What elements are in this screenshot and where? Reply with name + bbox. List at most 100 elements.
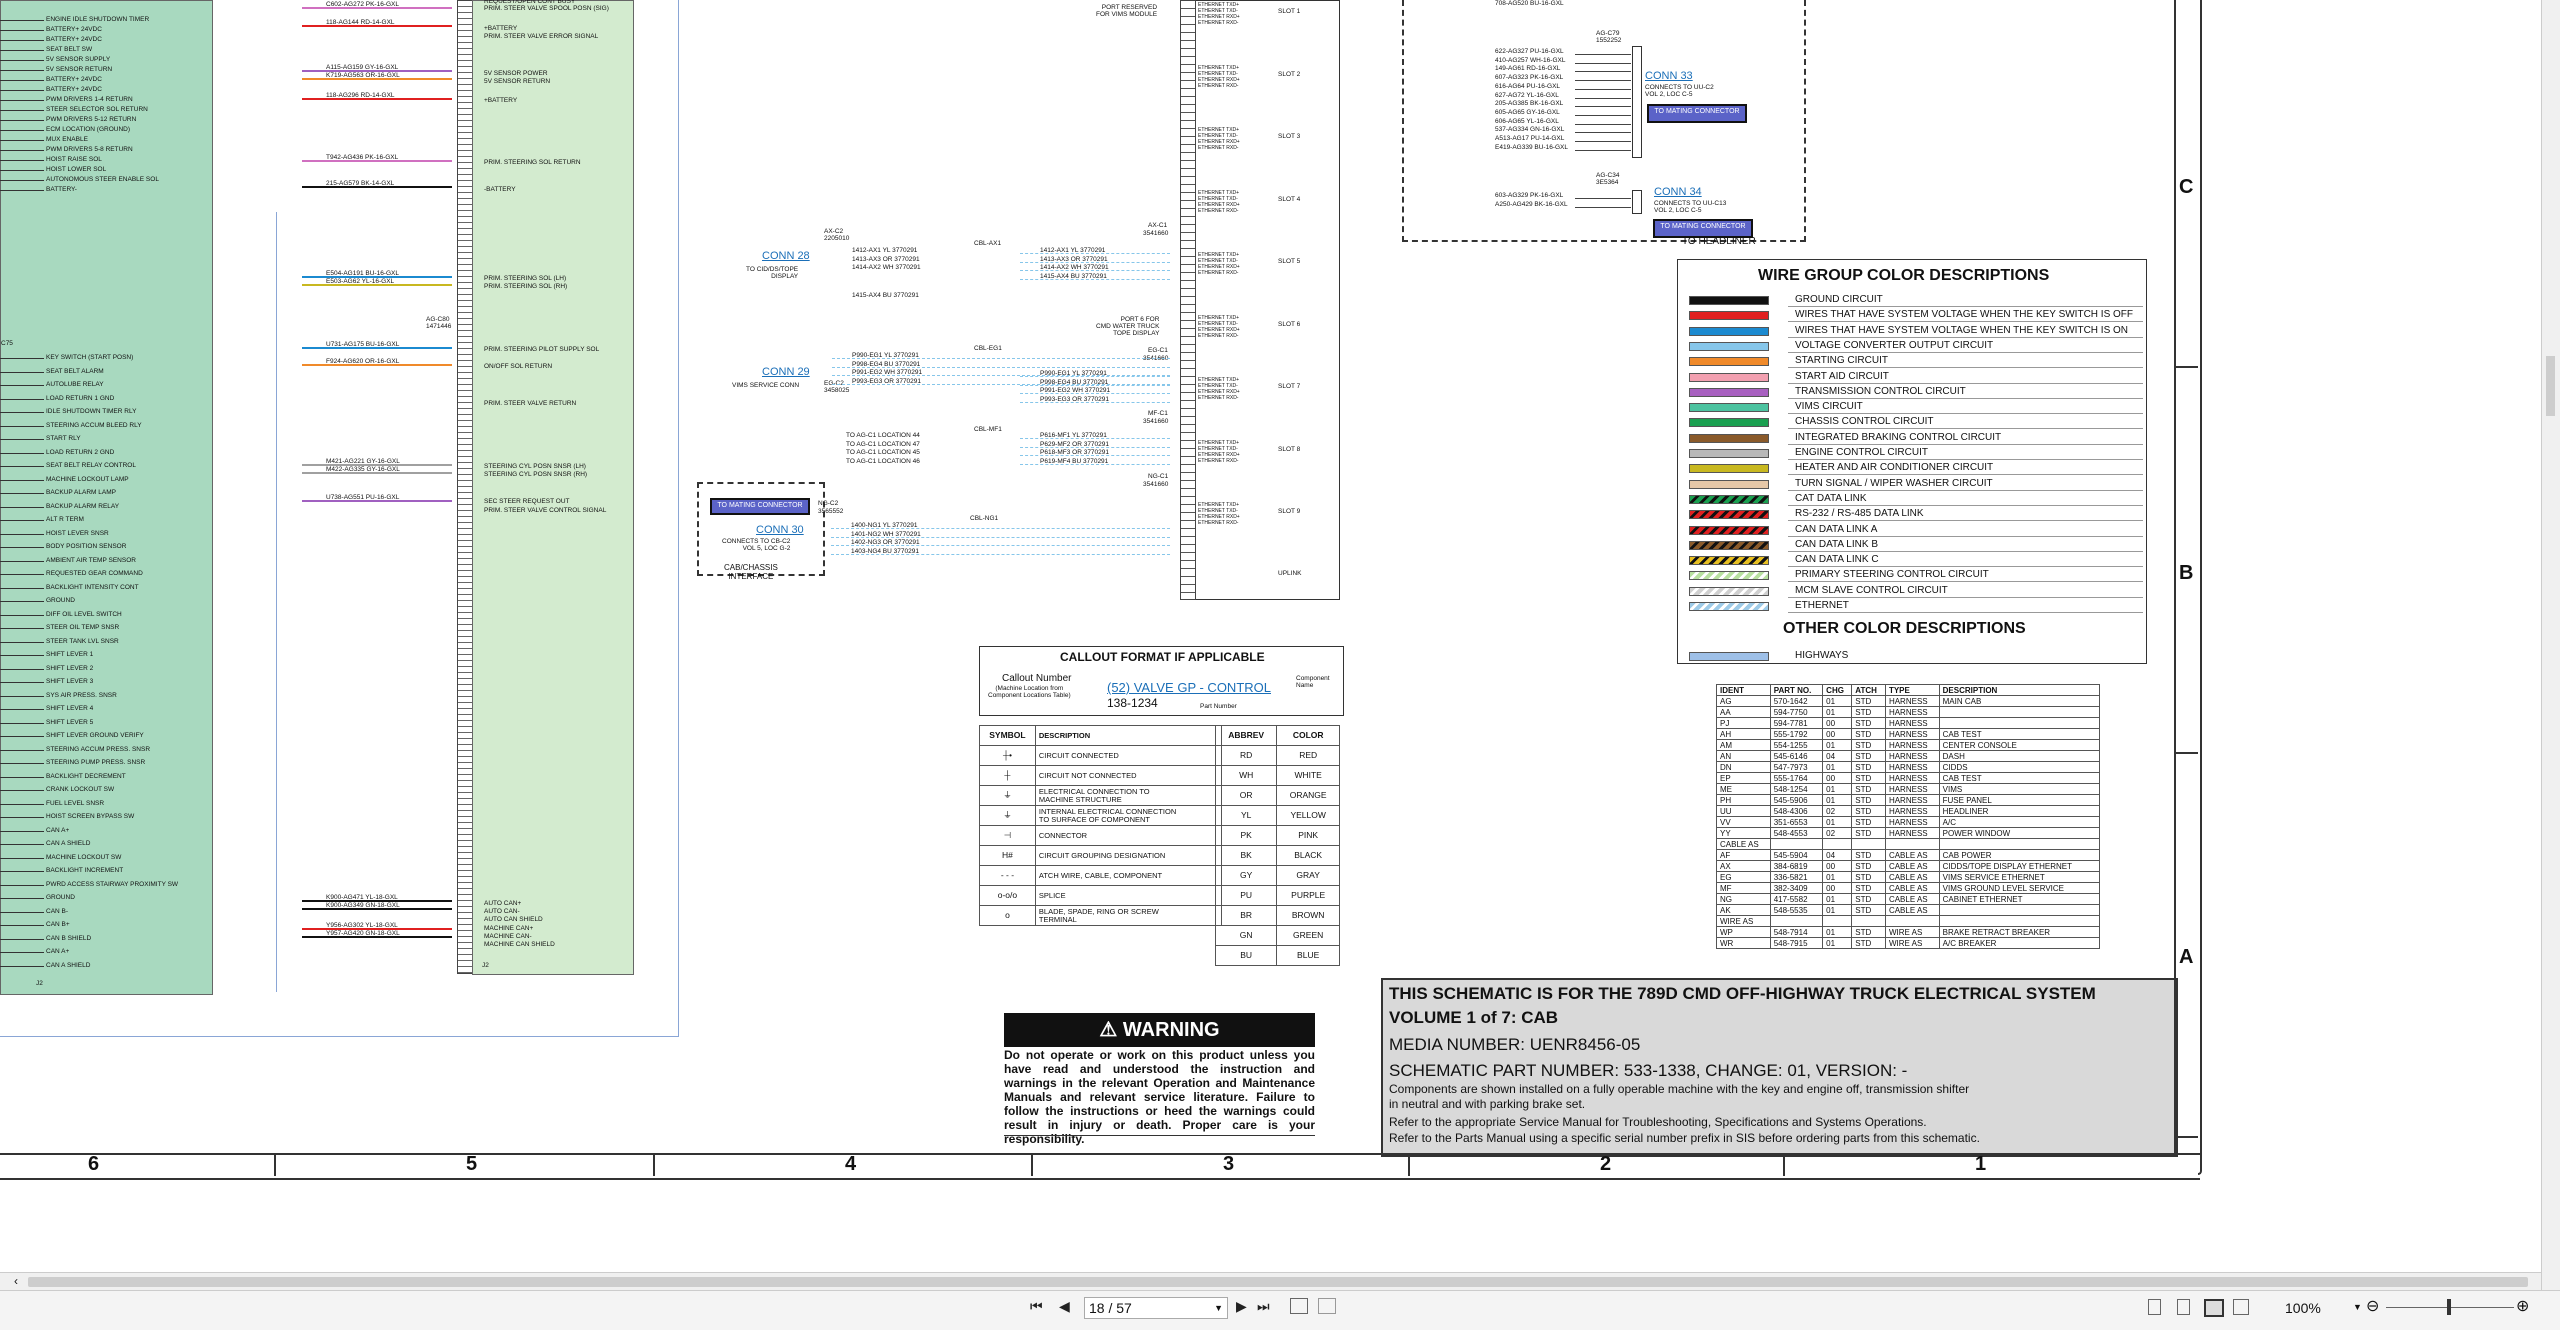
legend-row-divider bbox=[1788, 306, 2143, 307]
steering-label: 5V SENSOR POWER bbox=[484, 70, 548, 77]
last-page-button[interactable]: ⏭ bbox=[1257, 1298, 1270, 1315]
ethernet-pin-label: ETHERNET RXD- bbox=[1198, 145, 1239, 151]
harness-row: AK 548-5535 01 STD CABLE AS bbox=[1716, 904, 2101, 916]
legend-label: HIGHWAYS bbox=[1795, 650, 1849, 661]
table-cell: STD bbox=[1851, 871, 1886, 883]
table-cell: 01 bbox=[1822, 794, 1853, 806]
table-cell: 594-7781 bbox=[1769, 717, 1824, 729]
vertical-scroll-thumb[interactable] bbox=[2546, 356, 2555, 416]
legend-swatch bbox=[1689, 341, 1769, 351]
table-cell: SPLICE bbox=[1034, 885, 1223, 906]
table-cell: - - - bbox=[979, 865, 1036, 886]
table-cell: WP bbox=[1716, 926, 1771, 938]
table-cell: STD bbox=[1851, 849, 1886, 861]
table-cell: CABLE AS bbox=[1884, 860, 1940, 872]
table-cell: OR bbox=[1214, 785, 1278, 806]
conn33-mating-button[interactable]: TO MATING CONNECTOR bbox=[1647, 104, 1747, 123]
table-cell: 417-5582 bbox=[1769, 893, 1824, 905]
conn28-cbl: CBL-AX1 bbox=[974, 240, 1002, 247]
table-header-cell: DESCRIPTION bbox=[1938, 684, 2101, 696]
conn29-sub: VIMS SERVICE CONN bbox=[732, 382, 800, 389]
legend-swatch bbox=[1689, 357, 1769, 367]
prev-page-button[interactable]: ◀ bbox=[1059, 1298, 1070, 1315]
page-number-field[interactable]: 18 / 57 ▼ bbox=[1084, 1297, 1228, 1319]
table-cell: 545-6146 bbox=[1769, 750, 1824, 762]
conn34-part: 3E5364 bbox=[1596, 179, 1619, 186]
conn34-link[interactable]: CONN 34 bbox=[1654, 186, 1702, 198]
continuous-view-icon[interactable] bbox=[2177, 1299, 2190, 1315]
table-cell: HARNESS bbox=[1884, 761, 1940, 773]
conn33-wire-label: 605-AG65 GY-16-GXL bbox=[1495, 108, 1560, 116]
legend-label: STARTING CIRCUIT bbox=[1795, 355, 1888, 367]
steering-label: AUTO CAN SHIELD bbox=[484, 916, 543, 923]
zone-divider bbox=[2174, 366, 2198, 368]
next-page-button[interactable]: ▶ bbox=[1236, 1298, 1247, 1315]
title-line4: SCHEMATIC PART NUMBER: 533-1338, CHANGE:… bbox=[1389, 1061, 1908, 1080]
callout-example-link[interactable]: (52) VALVE GP - CONTROL bbox=[1107, 680, 1271, 695]
facing-view-icon[interactable] bbox=[2204, 1299, 2224, 1317]
table-cell: BROWN bbox=[1276, 905, 1340, 926]
horizontal-scrollbar[interactable]: ‹ bbox=[0, 1272, 2545, 1291]
page-dropdown-icon[interactable]: ▼ bbox=[1214, 1298, 1223, 1318]
legend-row-divider bbox=[1788, 367, 2143, 369]
table-cell: 01 bbox=[1822, 904, 1853, 916]
legend-label: ENGINE CONTROL CIRCUIT bbox=[1795, 447, 1928, 458]
conn30-mating-button[interactable]: TO MATING CONNECTOR bbox=[710, 498, 810, 515]
mf-cbl: CBL-MF1 bbox=[974, 426, 1002, 433]
table-cell: STD bbox=[1851, 937, 1886, 949]
zoom-in-icon[interactable]: ⊕ bbox=[2516, 1296, 2529, 1316]
conn33-link[interactable]: CONN 33 bbox=[1645, 70, 1693, 82]
table-cell bbox=[1938, 717, 2101, 729]
zoom-out-icon[interactable]: ⊖ bbox=[2366, 1296, 2379, 1316]
scroll-left-arrow[interactable]: ‹ bbox=[14, 1274, 18, 1288]
conn33-wire-label: E419-AG339 BU-16-GXL bbox=[1495, 143, 1568, 151]
vertical-scrollbar[interactable] bbox=[2541, 0, 2560, 1290]
select-icon[interactable] bbox=[1318, 1298, 1336, 1314]
page-bottom-edge bbox=[2198, 1153, 2202, 1175]
first-page-button[interactable]: ⏮ bbox=[1030, 1298, 1043, 1315]
table-header-cell: ATCH bbox=[1851, 684, 1886, 696]
table-cell bbox=[1851, 838, 1886, 850]
table-cell: 594-7750 bbox=[1769, 706, 1824, 718]
legend-swatch bbox=[1689, 372, 1769, 382]
abbrev-row: RD RED bbox=[1214, 745, 1340, 766]
copy-icon[interactable] bbox=[1290, 1298, 1308, 1314]
zoom-slider-thumb[interactable] bbox=[2447, 1299, 2451, 1315]
table-cell: BR bbox=[1214, 905, 1278, 926]
horizontal-scroll-thumb[interactable] bbox=[28, 1277, 2528, 1287]
legend-swatch bbox=[1689, 602, 1769, 611]
ethernet-slot-label: SLOT 7 bbox=[1278, 383, 1301, 390]
steering-label: +BATTERY bbox=[484, 25, 518, 32]
abbrev-row: BK BLACK bbox=[1214, 845, 1340, 866]
conn33-wire-label: 607-AG323 PK-16-GXL bbox=[1495, 74, 1564, 82]
harness-row: MF 382-3409 00 STD CABLE AS VIMS GROUND LEVEL… bbox=[1716, 882, 2101, 894]
steering-label: PRIM. STEERING SOL (RH) bbox=[484, 283, 568, 290]
wire-legend-title: WIRE GROUP COLOR DESCRIPTIONS bbox=[1758, 267, 2050, 284]
steering-label: PRIM. STEER VALVE RETURN bbox=[484, 400, 577, 407]
single-page-view-icon[interactable] bbox=[2148, 1299, 2161, 1315]
conn28-link[interactable]: CONN 28 bbox=[762, 250, 810, 262]
conn29-link[interactable]: CONN 29 bbox=[762, 366, 810, 378]
table-header-cell: DESCRIPTION bbox=[1034, 725, 1223, 746]
conn30-link[interactable]: CONN 30 bbox=[756, 524, 804, 536]
title-note3: Refer to the appropriate Service Manual … bbox=[1389, 1115, 1927, 1129]
zoom-value[interactable]: 100% bbox=[2285, 1300, 2321, 1316]
component-name-label: Component Name bbox=[1296, 675, 1330, 689]
fit-view-icon[interactable] bbox=[2233, 1299, 2249, 1315]
table-cell: 548-4553 bbox=[1769, 827, 1824, 839]
conn34-wire-label: A250-AG429 BK-16-GXL bbox=[1495, 200, 1568, 208]
ag-c80-part: 1471446 bbox=[426, 323, 452, 330]
table-cell: PINK bbox=[1276, 825, 1340, 846]
legend-swatch bbox=[1689, 540, 1769, 550]
conn33-wire-line bbox=[1575, 88, 1631, 90]
legend-label: VOLTAGE CONVERTER OUTPUT CIRCUIT bbox=[1795, 339, 1994, 351]
table-cell: 336-5821 bbox=[1769, 871, 1824, 883]
legend-swatch bbox=[1689, 296, 1769, 305]
abbrev-row: WH WHITE bbox=[1214, 765, 1340, 786]
table-cell: CABLE AS bbox=[1884, 849, 1940, 861]
zoom-dropdown-icon[interactable]: ▼ bbox=[2353, 1302, 2362, 1312]
table-cell: VIMS GROUND LEVEL SERVICE bbox=[1938, 882, 2101, 894]
table-header-cell: TYPE bbox=[1884, 684, 1940, 696]
conn33-wire-line bbox=[1575, 54, 1631, 55]
conn33-wire-line bbox=[1575, 71, 1631, 73]
